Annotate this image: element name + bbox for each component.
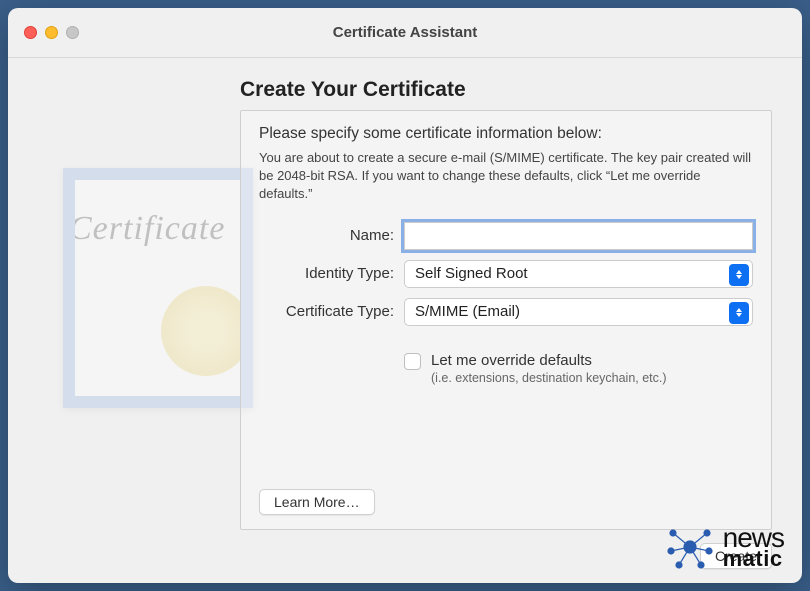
content-area: Create Your Certificate Please specify s… [8, 58, 802, 583]
learn-more-button[interactable]: Learn More… [259, 489, 375, 515]
minimize-icon[interactable] [45, 26, 58, 39]
certificate-type-row: Certificate Type: S/MIME (Email) [259, 298, 753, 326]
form-container: Please specify some certificate informat… [240, 110, 772, 530]
identity-type-value: Self Signed Root [415, 265, 528, 282]
override-texts: Let me override defaults (i.e. extension… [431, 352, 667, 385]
chevron-updown-icon [729, 302, 749, 324]
certificate-type-value: S/MIME (Email) [415, 303, 520, 320]
override-sublabel: (i.e. extensions, destination keychain, … [431, 371, 667, 385]
page-title: Create Your Certificate [240, 78, 772, 102]
override-checkbox[interactable] [404, 353, 421, 370]
assistant-window: Certificate Assistant Create Your Certif… [8, 8, 802, 583]
identity-type-row: Identity Type: Self Signed Root [259, 260, 753, 288]
certificate-type-label: Certificate Type: [259, 303, 404, 320]
zoom-icon [66, 26, 79, 39]
traffic-lights [24, 26, 79, 39]
titlebar: Certificate Assistant [8, 8, 802, 58]
identity-type-select[interactable]: Self Signed Root [404, 260, 753, 288]
name-label: Name: [259, 227, 404, 244]
name-field[interactable] [404, 222, 753, 250]
certificate-type-select[interactable]: S/MIME (Email) [404, 298, 753, 326]
main-panel: Create Your Certificate Please specify s… [228, 68, 802, 583]
instruction-subtitle: You are about to create a secure e-mail … [259, 149, 753, 204]
learn-more-wrap: Learn More… [259, 489, 375, 515]
chevron-updown-icon [729, 264, 749, 286]
override-row: Let me override defaults (i.e. extension… [259, 352, 753, 385]
close-icon[interactable] [24, 26, 37, 39]
certificate-artwork [8, 68, 228, 583]
create-wrap: Create [700, 543, 772, 569]
identity-type-label: Identity Type: [259, 265, 404, 282]
window-title: Certificate Assistant [24, 24, 786, 41]
name-row: Name: [259, 222, 753, 250]
create-button[interactable]: Create [700, 543, 772, 569]
override-label: Let me override defaults [431, 352, 667, 369]
certificate-icon [63, 168, 253, 408]
instruction-title: Please specify some certificate informat… [259, 125, 753, 143]
